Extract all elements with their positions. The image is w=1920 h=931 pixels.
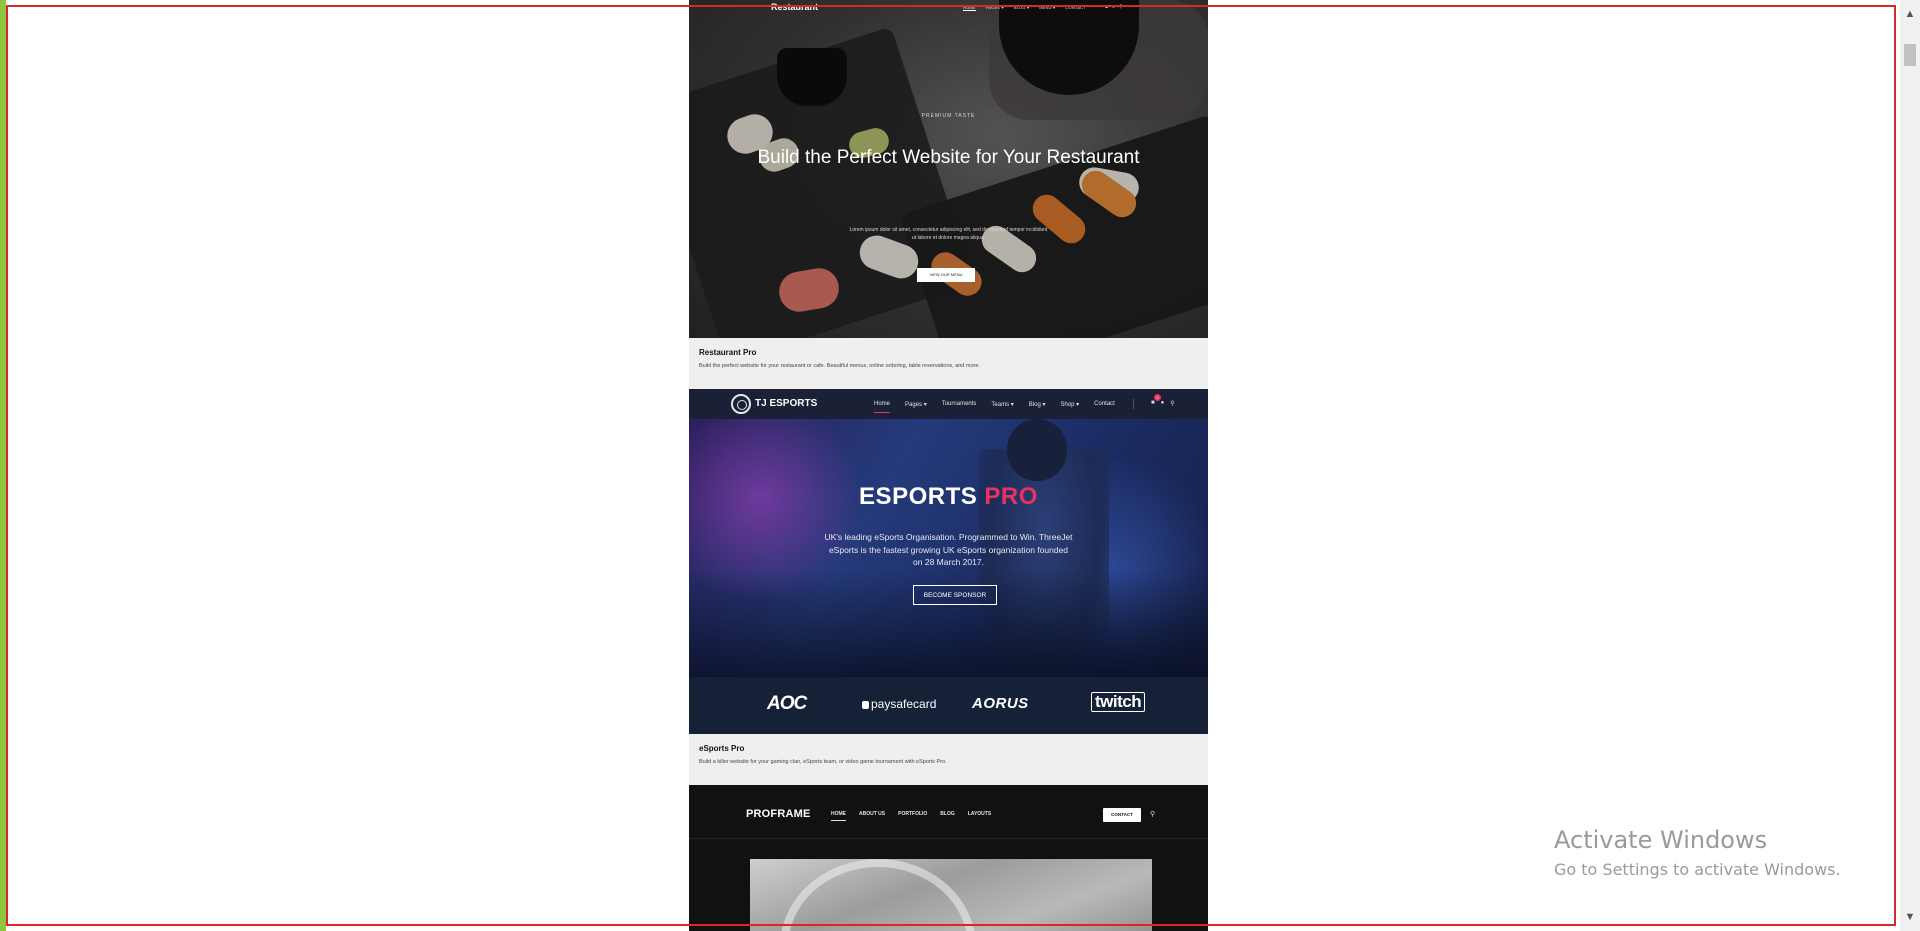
proframe-navbar: PROFRAME HOME ABOUT US PORTFOLIO BLOG LA… <box>689 785 1208 839</box>
proframe-nav-blog[interactable]: BLOG <box>940 811 954 817</box>
restaurant-card-title[interactable]: Restaurant Pro <box>699 348 756 357</box>
sponsor-logos: AOC paysafecard AORUS twitch <box>689 677 1208 734</box>
chevron-down-icon[interactable]: ▼ <box>1904 911 1916 923</box>
restaurant-nav-contact[interactable]: CONTACT <box>1065 5 1085 11</box>
search-icon[interactable]: ⚲ <box>1170 400 1174 407</box>
cart-icon[interactable]: ■ <box>1151 400 1155 407</box>
esports-nav-tournaments[interactable]: Tournaments <box>942 401 977 408</box>
esports-nav-blog[interactable]: Blog ▾ <box>1029 401 1046 408</box>
sponsor-paysafecard-logo: paysafecard <box>862 697 936 711</box>
esports-card-caption: eSports Pro Build a killer website for y… <box>689 734 1208 784</box>
watermark-title: Activate Windows <box>1554 826 1768 854</box>
search-icon[interactable]: ⚲ <box>1150 810 1155 818</box>
esports-hero: ESPORTS PRO UK's leading eSports Organis… <box>689 419 1208 677</box>
cart-count-badge: 0 <box>1154 394 1161 401</box>
sponsor-aorus-logo: AORUS <box>972 695 1029 712</box>
view-menu-button[interactable]: VIEW OUR MENU <box>917 268 975 282</box>
esports-nav-teams[interactable]: Teams ▾ <box>991 401 1013 408</box>
esports-card-title[interactable]: eSports Pro <box>699 744 744 753</box>
window-left-strip <box>0 0 6 931</box>
esports-theme-preview[interactable]: TJ ESPORTS Home Pages ▾ Tournaments Team… <box>689 389 1208 734</box>
esports-logo[interactable]: TJ ESPORTS <box>755 398 817 409</box>
esports-navbar: TJ ESPORTS Home Pages ▾ Tournaments Team… <box>689 389 1208 419</box>
restaurant-card-description: Build the perfect website for your resta… <box>699 363 980 369</box>
esports-card-description: Build a killer website for your gaming c… <box>699 759 947 765</box>
restaurant-nav-blog[interactable]: BLOG ▾ <box>1014 5 1029 11</box>
restaurant-theme-preview[interactable]: Restaurant HOME PAGES ▾ BLOG ▾ MENU ▾ CO… <box>689 0 1208 338</box>
restaurant-eyebrow: PREMIUM TASTE <box>921 113 976 119</box>
restaurant-hero-description: Lorem ipsum dolor sit amet, consectetur … <box>849 227 1048 241</box>
scrollbar-thumb[interactable] <box>1904 44 1916 66</box>
user-icon[interactable]: ● <box>1112 4 1115 10</box>
esports-title-accent: PRO <box>984 483 1038 510</box>
proframe-hero-image <box>750 859 1152 931</box>
restaurant-logo[interactable]: Restaurant <box>771 2 818 12</box>
proframe-contact-button[interactable]: CONTACT <box>1103 808 1141 822</box>
restaurant-nav-pages[interactable]: PAGES ▾ <box>986 5 1004 11</box>
proframe-nav-layouts[interactable]: LAYOUTS <box>968 811 991 817</box>
restaurant-navbar: Restaurant HOME PAGES ▾ BLOG ▾ MENU ▾ CO… <box>689 0 1208 16</box>
restaurant-hero-title: Build the Perfect Website for Your Resta… <box>757 147 1140 168</box>
restaurant-nav-home[interactable]: HOME <box>963 5 976 11</box>
restaurant-card-caption: Restaurant Pro Build the perfect website… <box>689 338 1208 388</box>
restaurant-nav-menu[interactable]: MENU ▾ <box>1039 5 1055 11</box>
page-scrollbar[interactable]: ▲ ▼ <box>1900 0 1920 931</box>
lock-icon <box>862 701 869 709</box>
proframe-theme-preview[interactable]: PROFRAME HOME ABOUT US PORTFOLIO BLOG LA… <box>689 785 1208 931</box>
user-icon[interactable]: ● <box>1161 400 1165 407</box>
esports-nav-contact[interactable]: Contact <box>1094 401 1115 408</box>
esports-nav-pages[interactable]: Pages ▾ <box>905 401 927 408</box>
activate-windows-watermark: Activate Windows Go to Settings to activ… <box>1554 826 1841 879</box>
esports-nav-shop[interactable]: Shop ▾ <box>1060 401 1079 408</box>
proframe-nav-home[interactable]: HOME <box>831 811 846 821</box>
esports-nav-home[interactable]: Home <box>874 401 891 413</box>
cart-icon[interactable]: ■ <box>1105 4 1108 10</box>
sponsor-twitch-logo: twitch <box>1091 692 1146 712</box>
search-icon[interactable]: ⚲ <box>1119 4 1123 10</box>
watermark-subtitle: Go to Settings to activate Windows. <box>1554 860 1841 879</box>
esports-logo-icon <box>731 394 751 414</box>
esports-hero-title: ESPORTS PRO <box>859 483 1038 510</box>
theme-showcase-column: Restaurant HOME PAGES ▾ BLOG ▾ MENU ▾ CO… <box>689 0 1208 931</box>
chevron-up-icon[interactable]: ▲ <box>1904 8 1916 20</box>
proframe-logo[interactable]: PROFRAME <box>746 808 811 820</box>
proframe-nav-about[interactable]: ABOUT US <box>859 811 885 817</box>
proframe-nav-portfolio[interactable]: PORTFOLIO <box>898 811 927 817</box>
become-sponsor-button[interactable]: BECOME SPONSOR <box>913 585 997 605</box>
sponsor-aoc-logo: AOC <box>767 693 807 714</box>
esports-hero-description: UK's leading eSports Organisation. Progr… <box>824 532 1073 567</box>
